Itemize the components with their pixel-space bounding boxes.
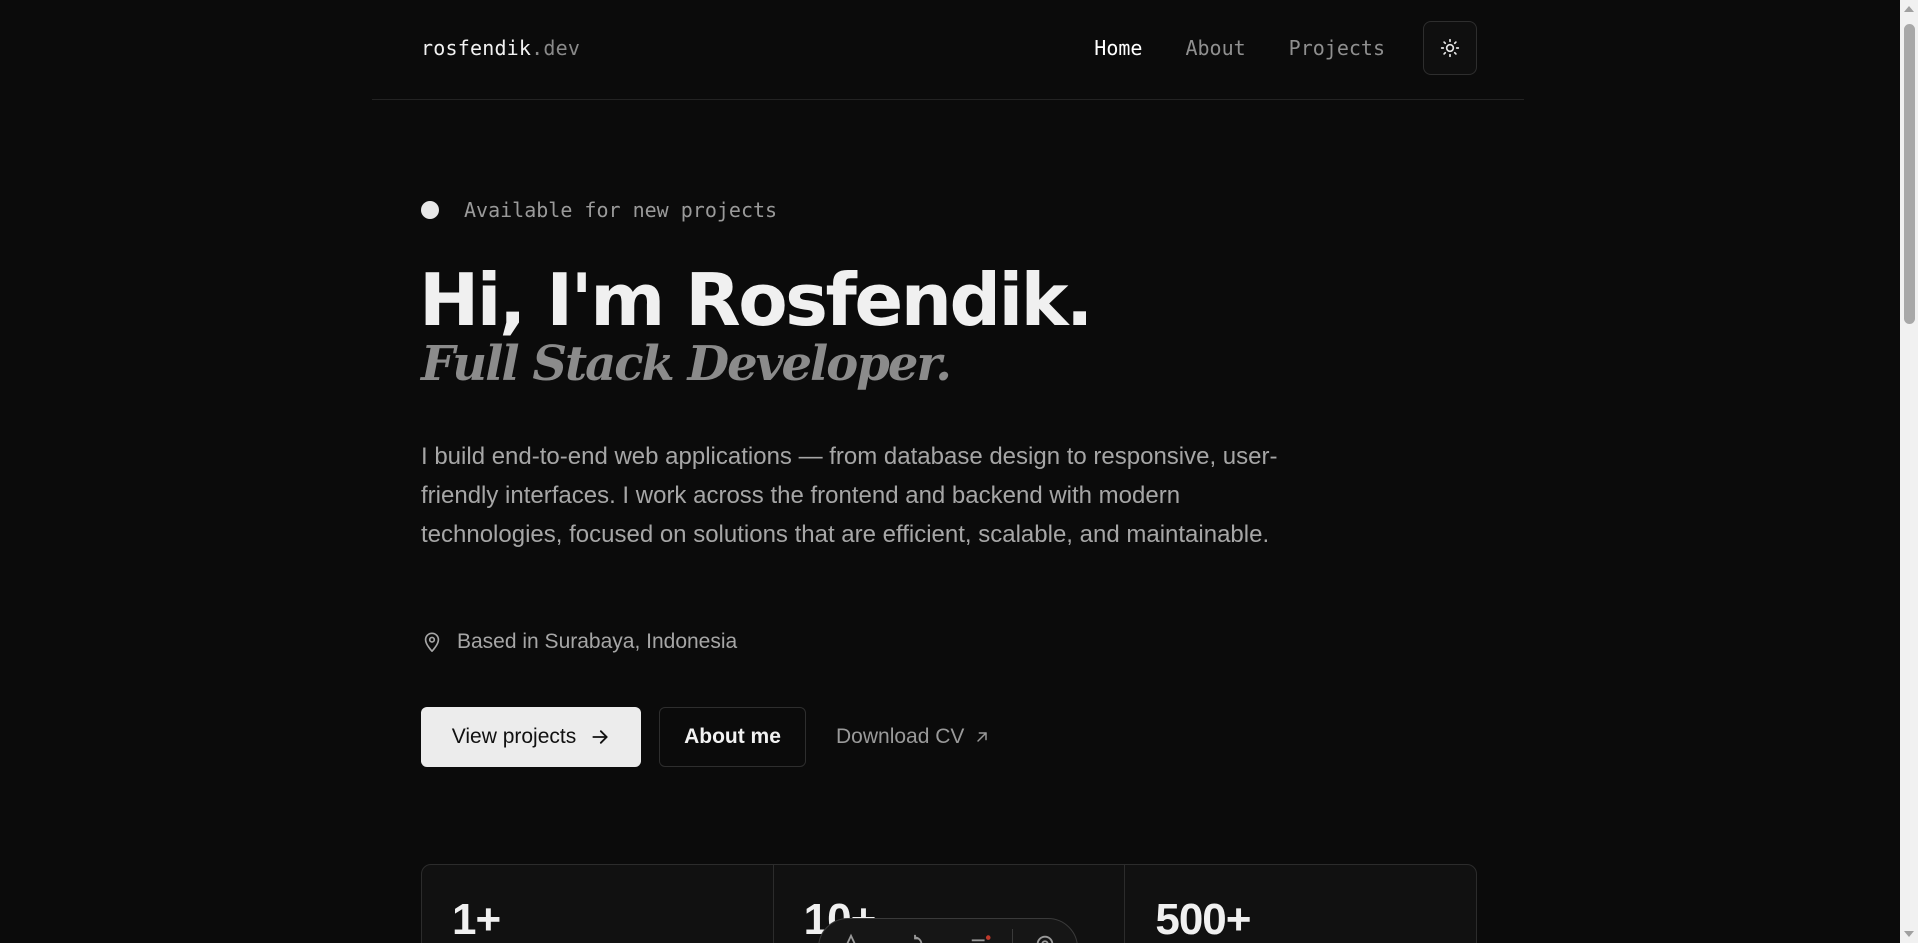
stat-value: 500+	[1155, 895, 1251, 943]
floating-toolbar	[818, 918, 1078, 943]
availability-status: Available for new projects	[421, 198, 777, 222]
arrow-up-right-icon	[977, 732, 988, 742]
dock-icon	[914, 934, 923, 943]
view-projects-button[interactable]: View projects	[421, 707, 641, 767]
arrow-right-icon	[592, 730, 608, 744]
dock-item[interactable]	[883, 933, 947, 943]
scroll-up-arrow-icon[interactable]	[1904, 6, 1914, 12]
theme-toggle-button[interactable]	[1423, 21, 1477, 75]
nav-about[interactable]: About	[1185, 36, 1245, 60]
status-text: Available for new projects	[464, 198, 778, 222]
about-me-label: About me	[684, 725, 781, 748]
main-nav: Home About Projects	[1094, 36, 1385, 60]
dock-icon	[846, 933, 856, 943]
map-pin-icon	[424, 632, 440, 652]
gear-icon	[1036, 935, 1054, 943]
scroll-thumb[interactable]	[1904, 24, 1915, 324]
dock-item[interactable]	[1013, 933, 1077, 943]
page-scrollbar[interactable]	[1900, 0, 1918, 943]
location-text: Based in Surabaya, Indonesia	[457, 630, 738, 653]
hero-description: I build end-to-end web applications — fr…	[421, 443, 1278, 548]
hero-subtitle: Full Stack Developer.	[421, 336, 952, 392]
stat-card: 500+	[1125, 865, 1476, 943]
page: rosfendik.dev Home About Projects Availa…	[0, 0, 1918, 943]
stat-value: 1+	[452, 895, 501, 943]
dock-icon	[971, 935, 991, 942]
about-me-button[interactable]: About me	[659, 707, 806, 767]
logo-tld: .dev	[531, 36, 581, 60]
hero-title: Hi, I'm Rosfendik.	[419, 258, 1093, 342]
site-logo[interactable]: rosfendik.dev	[421, 36, 580, 60]
site-header: rosfendik.dev Home About Projects	[372, 0, 1524, 100]
location: Based in Surabaya, Indonesia	[421, 630, 737, 654]
status-dot	[421, 201, 439, 219]
stat-card: 1+	[422, 865, 774, 943]
nav-home[interactable]: Home	[1094, 36, 1142, 60]
download-cv-link[interactable]: Download CV	[836, 707, 1006, 767]
dock-item[interactable]	[819, 933, 883, 943]
view-projects-label: View projects	[451, 725, 577, 748]
logo-name: rosfendik	[421, 36, 532, 60]
scroll-down-arrow-icon[interactable]	[1904, 931, 1914, 937]
sun-icon	[1440, 38, 1460, 58]
dock-item[interactable]	[948, 933, 1012, 943]
download-cv-label: Download CV	[836, 725, 965, 748]
nav-projects[interactable]: Projects	[1289, 36, 1385, 60]
